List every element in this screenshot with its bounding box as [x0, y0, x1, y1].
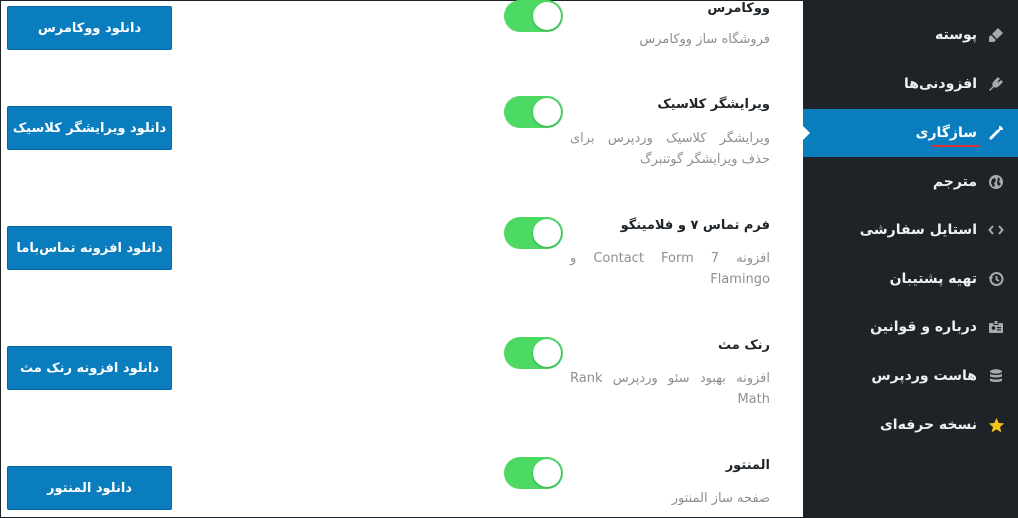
toggle-knob [533, 98, 561, 126]
plugin-title: ووکامرس [707, 1, 770, 16]
toggle-knob [533, 459, 561, 487]
sidebar-item-label: افزودنی‌ها [904, 76, 977, 92]
plugin-toggle[interactable] [504, 337, 563, 369]
plugin-description: ویرایشگر کلاسیک وردپرس برای حذف ویرایشگر… [570, 131, 770, 167]
plugin-toggle[interactable] [504, 96, 563, 128]
id-card-icon [987, 318, 1005, 336]
download-button[interactable]: دانلود افزونه رنک مث [7, 346, 172, 390]
plugin-toggle[interactable] [504, 457, 563, 489]
database-icon [987, 367, 1005, 385]
plugin-icon [987, 75, 1005, 93]
sidebar-item-theme[interactable]: پوسته [803, 11, 1018, 59]
history-icon [987, 270, 1005, 288]
plugin-toggle[interactable] [504, 217, 563, 249]
active-indicator [802, 125, 810, 141]
download-button[interactable]: دانلود ویرایشگر کلاسیک [7, 106, 172, 150]
sidebar-item-custom-style[interactable]: استایل سفارشی [803, 206, 1018, 254]
plugin-title: المنتور [725, 458, 770, 473]
sidebar-item-label: تهیه پشتیبان [889, 271, 977, 287]
active-underline [932, 145, 980, 147]
download-button[interactable]: دانلود افزونه تماس‌باما [7, 226, 172, 270]
toggle-knob [533, 2, 561, 30]
code-icon [987, 221, 1005, 239]
download-button[interactable]: دانلود المنتور [7, 466, 172, 510]
sidebar-item-label: استایل سفارشی [859, 222, 977, 238]
sidebar-item-plugins[interactable]: افزودنی‌ها [803, 60, 1018, 108]
globe-icon [987, 173, 1005, 191]
sidebar-item-label: پوسته [934, 27, 977, 43]
sidebar-item-about[interactable]: درباره و قوانین [803, 303, 1018, 351]
sidebar-item-pro[interactable]: نسخه حرفه‌ای [803, 401, 1018, 449]
sidebar-item-label: مترجم [932, 174, 977, 190]
brush-icon [987, 26, 1005, 44]
sidebar-item-label: هاست وردپرس [871, 368, 977, 384]
sidebar-item-translator[interactable]: مترجم [803, 158, 1018, 206]
toggle-knob [533, 339, 561, 367]
plugin-description: فروشگاه ساز ووکامرس [639, 32, 770, 47]
sidebar-item-label: سازگاری [915, 125, 977, 141]
admin-sidebar: پوسته افزودنی‌ها سازگاری مترجم استایل سف… [802, 0, 1018, 518]
sidebar-item-hosting[interactable]: هاست وردپرس [803, 352, 1018, 400]
star-icon [987, 416, 1005, 434]
sidebar-item-label: درباره و قوانین [870, 319, 977, 335]
toggle-knob [533, 219, 561, 247]
plugin-description: افزونه بهبود سئو وردپرس Rank Math [570, 371, 770, 407]
plugin-title: رنک مث [717, 338, 770, 353]
plugin-description: صفحه ساز المنتور [671, 491, 770, 506]
plugin-description: افزونه Contact Form 7 و Flamingo [570, 251, 770, 287]
download-button[interactable]: دانلود ووکامرس [7, 6, 172, 50]
plugin-toggle[interactable] [504, 0, 563, 32]
sidebar-item-backup[interactable]: تهیه پشتیبان [803, 255, 1018, 303]
wrench-icon [987, 124, 1005, 142]
plugin-title: ویرایشگر کلاسیک [657, 97, 770, 112]
sidebar-item-compatibility[interactable]: سازگاری [802, 109, 1018, 157]
sidebar-item-label: نسخه حرفه‌ای [879, 417, 977, 433]
plugin-title: فرم تماس ۷ و فلامینگو [620, 218, 770, 233]
